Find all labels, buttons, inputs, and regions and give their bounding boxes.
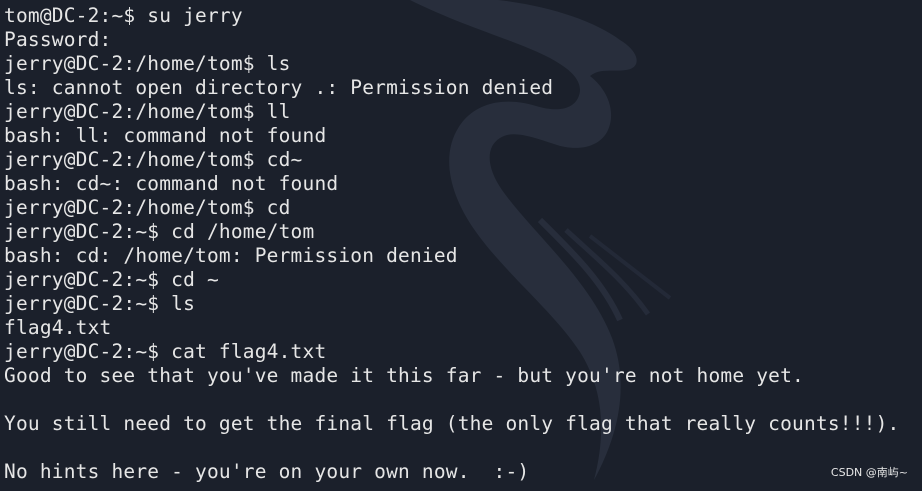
terminal-line: tom@DC-2:~$ su jerry [4,4,243,27]
terminal-line: flag4.txt [4,316,112,339]
terminal-line: jerry@DC-2:/home/tom$ ls [4,52,291,75]
terminal-line: jerry@DC-2:~$ cd /home/tom [4,220,315,243]
terminal-line: bash: cd~: command not found [4,172,339,195]
terminal-line: No hints here - you're on your own now. … [4,460,530,483]
terminal-line: Password: [4,28,112,51]
terminal-line: jerry@DC-2:~$ cat flag4.txt [4,340,327,363]
csdn-watermark: CSDN @南屿~ [830,466,908,479]
terminal-line: jerry@DC-2:~$ cd ~ [4,268,219,291]
terminal-line: jerry@DC-2:~$ ls [4,292,196,315]
terminal-line: ls: cannot open directory .: Permission … [4,76,554,99]
terminal-line: jerry@DC-2:/home/tom$ cd~ [4,148,303,171]
terminal-line: jerry@DC-2:/home/tom$ cd [4,196,291,219]
terminal-line: Good to see that you've made it this far… [4,364,804,387]
terminal-line: jerry@DC-2:/home/tom$ ll [4,100,291,123]
terminal-line: bash: cd: /home/tom: Permission denied [4,244,458,267]
terminal-line: You still need to get the final flag (th… [4,412,900,435]
terminal-output: tom@DC-2:~$ su jerry Password: jerry@DC-… [4,4,900,484]
terminal-line: bash: ll: command not found [4,124,327,147]
terminal-window[interactable]: tom@DC-2:~$ su jerry Password: jerry@DC-… [0,0,922,491]
